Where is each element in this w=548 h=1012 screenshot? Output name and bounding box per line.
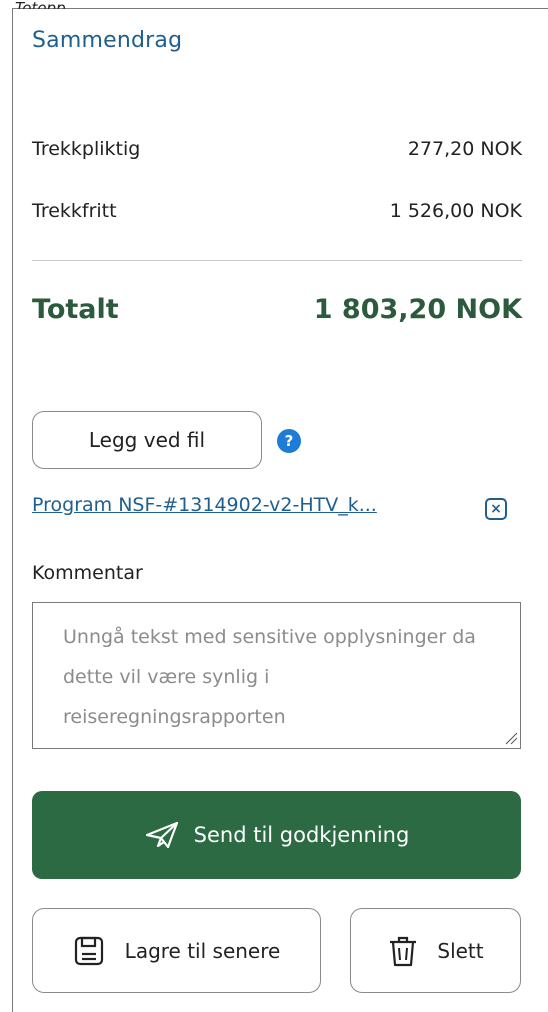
summary-row-taxable: Trekkpliktig 277,20 NOK bbox=[32, 138, 522, 160]
floppy-disk-icon bbox=[74, 936, 103, 965]
total-value: 1 803,20 NOK bbox=[313, 294, 522, 325]
resize-handle-icon[interactable] bbox=[504, 731, 518, 745]
paper-plane-icon bbox=[145, 821, 178, 849]
send-for-approval-button[interactable]: Send til godkjenning bbox=[32, 791, 521, 879]
trash-icon bbox=[390, 936, 417, 966]
summary-row-label: Trekkpliktig bbox=[32, 138, 141, 160]
truncated-header-text: Totopp bbox=[15, 1, 66, 9]
summary-title: Sammendrag bbox=[32, 28, 183, 53]
question-circle-icon[interactable]: ? bbox=[277, 429, 301, 453]
send-button-label: Send til godkjenning bbox=[193, 823, 410, 847]
comment-field[interactable] bbox=[32, 602, 521, 749]
total-label: Totalt bbox=[32, 294, 119, 325]
delete-button[interactable]: Slett bbox=[350, 908, 521, 993]
remove-attachment-icon[interactable]: × bbox=[485, 498, 507, 520]
comment-label: Kommentar bbox=[32, 562, 143, 584]
delete-button-label: Slett bbox=[437, 938, 484, 963]
summary-total: Totalt 1 803,20 NOK bbox=[32, 294, 522, 325]
summary-row-value: 277,20 NOK bbox=[407, 138, 522, 160]
summary-row-tax-free: Trekkfritt 1 526,00 NOK bbox=[32, 200, 522, 222]
save-for-later-button[interactable]: Lagre til senere bbox=[32, 908, 321, 993]
summary-divider bbox=[32, 260, 522, 261]
save-button-label: Lagre til senere bbox=[124, 938, 281, 963]
attach-file-button[interactable]: Legg ved fil bbox=[32, 411, 262, 469]
attached-file-link[interactable]: Program NSF-#1314902-v2-HTV_k... bbox=[32, 494, 452, 516]
summary-row-value: 1 526,00 NOK bbox=[389, 200, 522, 222]
summary-row-label: Trekkfritt bbox=[32, 200, 117, 222]
